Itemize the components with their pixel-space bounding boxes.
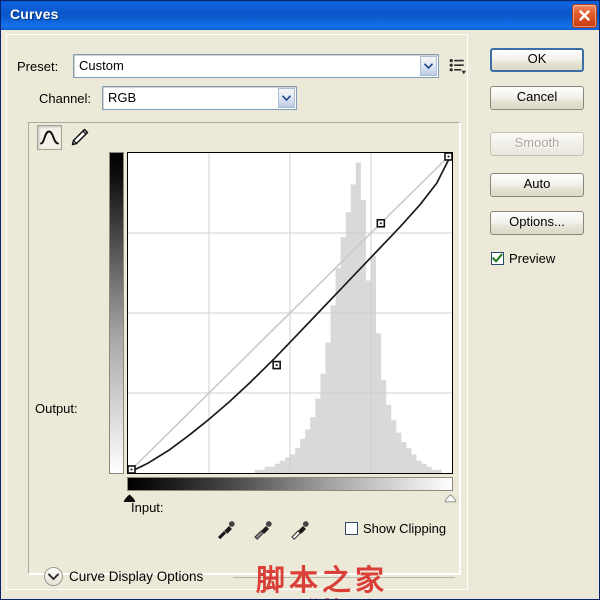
black-point-eyedropper[interactable] [215,518,237,540]
pencil-tool-icon [71,128,89,146]
curves-dialog: Curves Preset: Custom Channel: RGB Outpu… [0,0,600,600]
show-clipping-checkbox[interactable] [345,522,358,535]
curve-display-options-rule [233,577,455,578]
preview-label: Preview [509,251,556,266]
preset-menu-button[interactable] [449,58,467,75]
output-gradient-bar [109,152,124,474]
preset-dropdown-arrow[interactable] [420,56,437,76]
options-button[interactable]: Options... [490,211,584,235]
cancel-button[interactable]: Cancel [490,86,584,110]
gray-point-eyedropper[interactable] [252,518,274,540]
curve-display-options-label: Curve Display Options [69,569,204,584]
channel-dropdown-arrow[interactable] [278,88,295,108]
pencil-tool-button[interactable] [67,125,92,150]
watermark-text-url: www.jb51.net [247,596,397,599]
curve-tool-button[interactable] [37,125,62,150]
curve-graph-plot[interactable] [127,152,453,474]
white-point-slider[interactable] [444,492,457,503]
window-title: Curves [10,6,59,22]
white-point-eyedropper[interactable] [289,518,311,540]
curve-control-point-dot [447,155,450,158]
smooth-button: Smooth [490,132,584,156]
preset-combo[interactable]: Custom [73,54,439,78]
dialog-body: Preset: Custom Channel: RGB Output: Inpu… [1,30,599,599]
chevron-down-icon [282,95,291,101]
curve-control-point-dot [275,364,278,366]
curve-display-options-toggle[interactable] [44,567,63,586]
show-clipping-label: Show Clipping [363,521,447,536]
channel-label: Channel: [39,91,92,106]
output-label: Output: [35,401,78,416]
curve-graph-svg [128,153,452,473]
chevron-down-icon [424,63,433,69]
ok-button[interactable]: OK [490,48,584,72]
preset-value: Custom [79,58,124,73]
close-icon [579,10,590,21]
preset-label: Preset: [17,59,59,74]
channel-combo[interactable]: RGB [102,86,297,110]
curve-tool-icon [40,130,59,145]
auto-button[interactable]: Auto [490,173,584,197]
curve-control-point-dot [130,468,133,471]
chevron-down-circle-icon [48,572,59,580]
preset-menu-icon [449,59,466,75]
title-bar[interactable]: Curves [1,1,599,31]
curve-graph[interactable] [127,152,453,474]
checkmark-icon [492,253,503,263]
curve-control-point-dot [379,222,382,225]
eyedropper-icon [291,521,309,540]
input-label: Input: [131,500,164,515]
input-gradient-bar [127,477,453,491]
eyedropper-icon [254,521,272,540]
eyedropper-icon [218,521,235,540]
channel-value: RGB [108,90,137,105]
close-button[interactable] [572,4,597,28]
white-point-slider-icon [444,494,457,503]
preview-checkbox[interactable] [491,252,504,265]
